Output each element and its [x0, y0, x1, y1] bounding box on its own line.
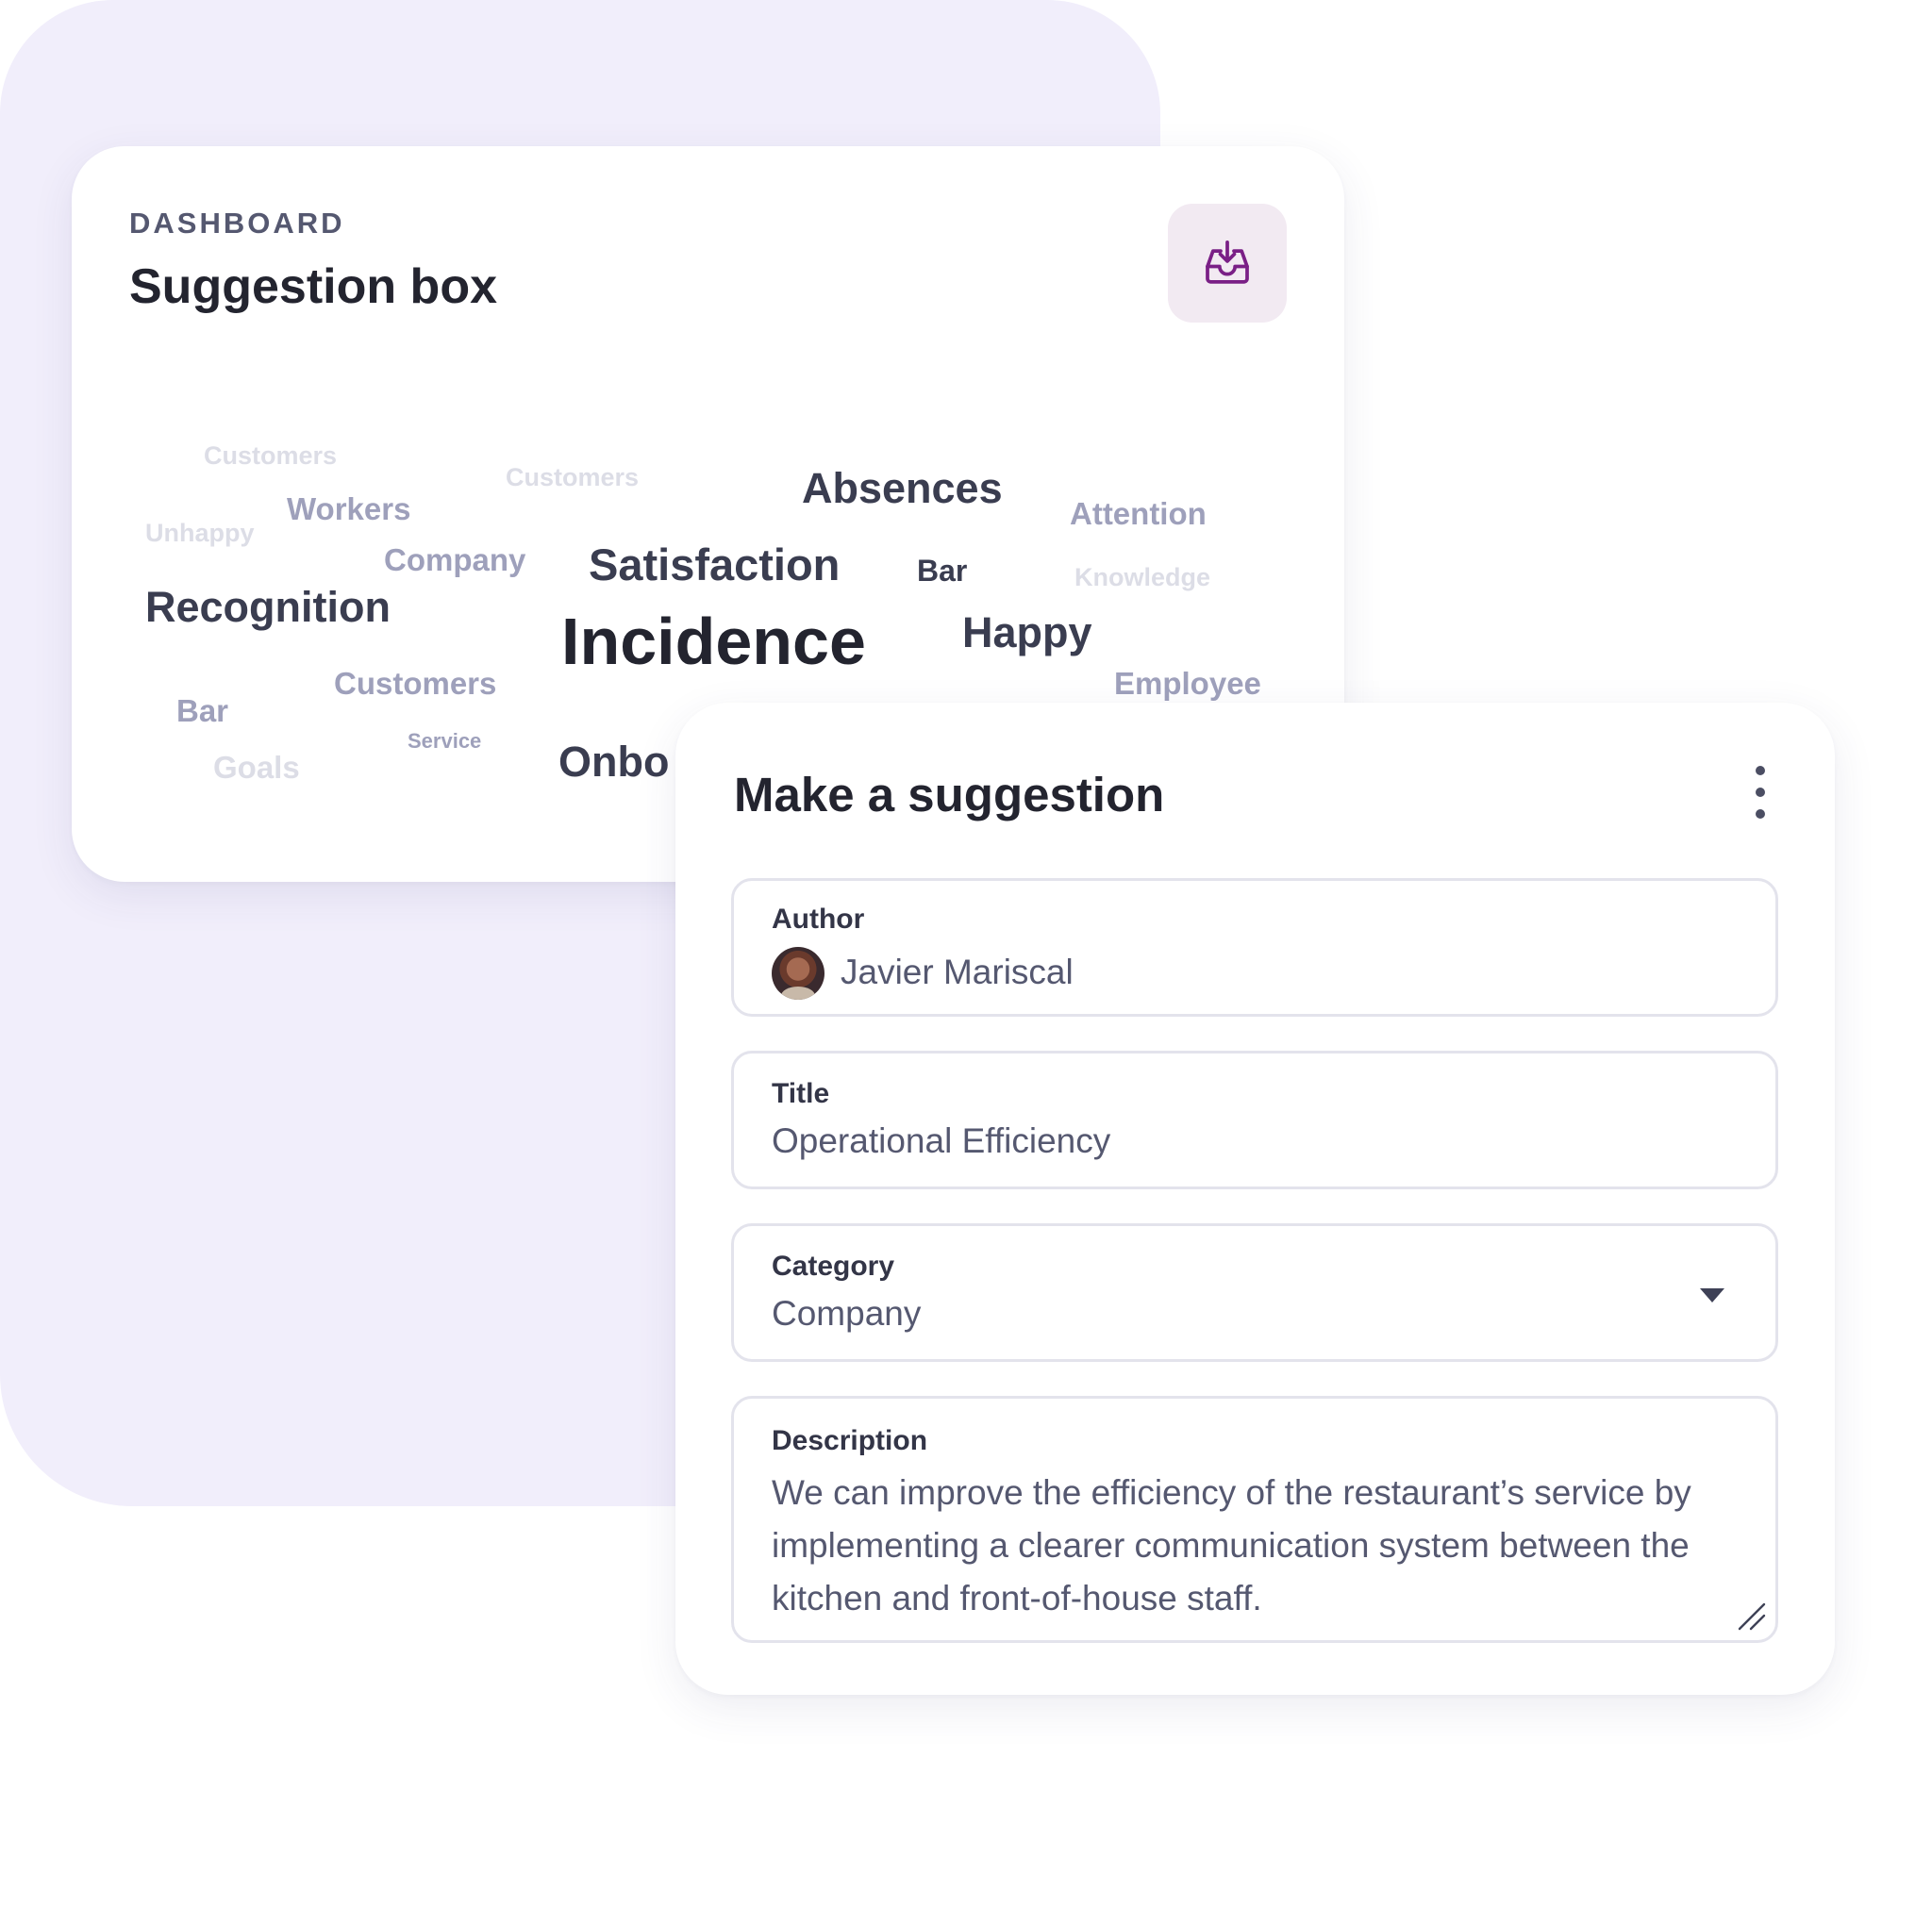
word-cloud-term: Incidence	[561, 605, 866, 678]
word-cloud-term: Goals	[213, 750, 300, 785]
word-cloud-term: Happy	[962, 608, 1092, 656]
word-cloud-term: Satisfaction	[589, 539, 841, 589]
word-cloud-term: Workers	[287, 491, 411, 526]
word-cloud-term: Employee	[1114, 666, 1261, 701]
title-value: Operational Efficiency	[772, 1121, 1111, 1160]
word-cloud-term: Onbo	[558, 738, 670, 786]
author-value: Javier Mariscal	[841, 953, 1074, 991]
avatar	[772, 947, 824, 1000]
word-cloud-term: Knowledge	[1074, 563, 1211, 591]
chevron-down-icon[interactable]	[1700, 1288, 1724, 1302]
word-cloud-term: Bar	[917, 554, 968, 588]
form-title: Make a suggestion	[734, 768, 1165, 821]
description-value: We can improve the efficiency of the res…	[772, 1473, 1691, 1618]
word-cloud-term: Customers	[204, 441, 338, 470]
resize-handle-icon[interactable]	[1736, 1601, 1768, 1633]
word-cloud-term: Company	[384, 542, 526, 577]
word-cloud-term: Absences	[802, 464, 1003, 512]
description-field[interactable]: Description We can improve the efficienc…	[731, 1396, 1778, 1643]
category-select[interactable]: Category Company	[731, 1223, 1778, 1362]
author-field[interactable]: Author Javier Mariscal	[731, 878, 1778, 1017]
word-cloud-term: Customers	[506, 463, 640, 491]
more-vertical-icon[interactable]	[1741, 766, 1779, 819]
author-label: Author	[772, 904, 865, 935]
category-value: Company	[772, 1294, 922, 1333]
word-cloud-term: Service	[408, 729, 482, 753]
word-cloud-term: Attention	[1070, 496, 1207, 531]
word-cloud-term: Unhappy	[145, 519, 255, 547]
category-label: Category	[772, 1251, 895, 1282]
word-cloud-term: Bar	[176, 693, 229, 728]
title-label: Title	[772, 1078, 830, 1109]
word-cloud-term: Customers	[334, 666, 497, 701]
suggestion-form-card: Make a suggestion Author Javier Mariscal…	[675, 703, 1835, 1695]
description-label: Description	[772, 1425, 928, 1456]
title-field[interactable]: Title Operational Efficiency	[731, 1051, 1778, 1189]
word-cloud-term: Recognition	[145, 583, 391, 631]
